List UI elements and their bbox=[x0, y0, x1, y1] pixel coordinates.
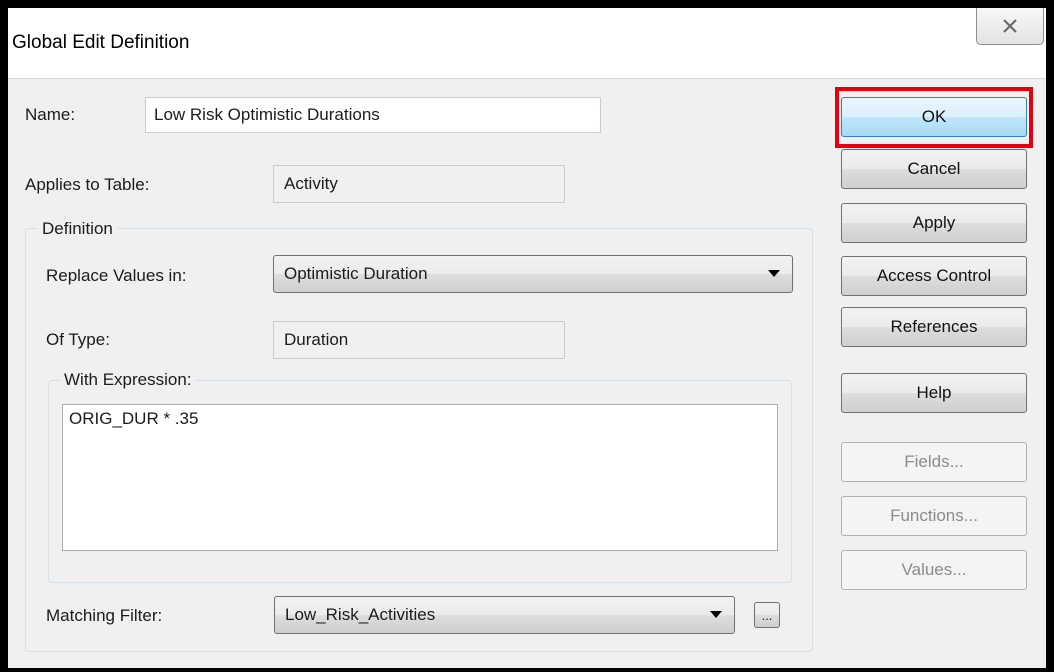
replace-values-dropdown[interactable]: Optimistic Duration bbox=[273, 255, 793, 293]
close-x-icon bbox=[1003, 19, 1017, 33]
replace-values-selected: Optimistic Duration bbox=[284, 264, 428, 283]
applies-to-table-value: Activity bbox=[273, 165, 565, 203]
apply-button[interactable]: Apply bbox=[841, 203, 1027, 243]
of-type-value: Duration bbox=[273, 321, 565, 359]
replace-values-label: Replace Values in: bbox=[46, 266, 187, 285]
matching-filter-label: Matching Filter: bbox=[46, 606, 163, 625]
window-frame-right bbox=[1046, 0, 1054, 672]
expression-group-title: With Expression: bbox=[60, 370, 196, 390]
matching-filter-selected: Low_Risk_Activities bbox=[285, 605, 436, 624]
fields-button[interactable]: Fields... bbox=[841, 442, 1027, 482]
of-type-label: Of Type: bbox=[46, 330, 110, 349]
chevron-down-icon bbox=[710, 611, 722, 618]
window-title: Global Edit Definition bbox=[12, 32, 190, 53]
cancel-button[interactable]: Cancel bbox=[841, 149, 1027, 189]
title-bar: Global Edit Definition bbox=[8, 8, 1046, 78]
access-control-button[interactable]: Access Control bbox=[841, 256, 1027, 296]
values-button[interactable]: Values... bbox=[841, 550, 1027, 590]
name-input[interactable]: Low Risk Optimistic Durations bbox=[145, 97, 601, 133]
close-button[interactable] bbox=[976, 8, 1044, 45]
help-button[interactable]: Help bbox=[841, 373, 1027, 413]
functions-button[interactable]: Functions... bbox=[841, 496, 1027, 536]
matching-filter-dropdown[interactable]: Low_Risk_Activities bbox=[274, 596, 735, 634]
applies-to-table-label: Applies to Table: bbox=[25, 175, 150, 194]
definition-group-title: Definition bbox=[38, 219, 117, 239]
ok-highlight-box bbox=[835, 87, 1033, 148]
filter-browse-button[interactable]: ... bbox=[754, 602, 780, 628]
window-frame-top bbox=[0, 0, 1054, 8]
name-label: Name: bbox=[25, 105, 76, 124]
chevron-down-icon bbox=[768, 270, 780, 277]
references-button[interactable]: References bbox=[841, 307, 1027, 347]
expression-textarea[interactable]: ORIG_DUR * .35 bbox=[62, 404, 778, 551]
window-frame-left bbox=[0, 0, 8, 672]
